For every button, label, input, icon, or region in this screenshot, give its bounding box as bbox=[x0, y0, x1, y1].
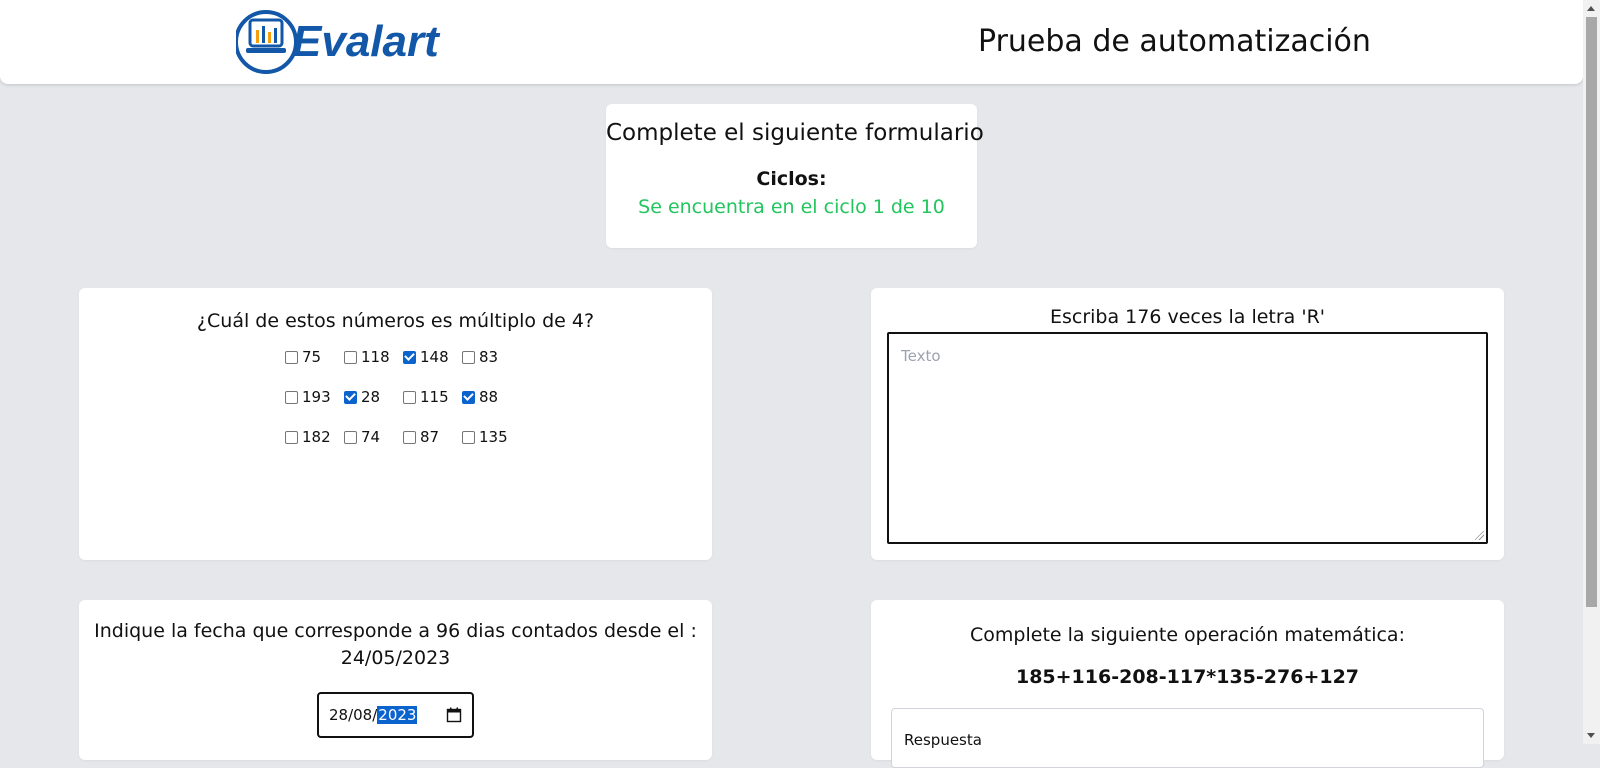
checkbox[interactable] bbox=[344, 430, 357, 444]
checkbox[interactable] bbox=[344, 350, 357, 364]
date-question-card: Indique la fecha que corresponde a 96 di… bbox=[79, 600, 712, 760]
page-title: Prueba de automatización bbox=[978, 24, 1371, 59]
option-74[interactable]: 74 bbox=[344, 428, 380, 446]
checkbox[interactable] bbox=[462, 350, 475, 364]
option-label: 74 bbox=[361, 428, 381, 446]
cycles-label: Ciclos: bbox=[756, 168, 827, 190]
option-87[interactable]: 87 bbox=[403, 428, 439, 446]
date-input[interactable]: 28/08/2023 bbox=[317, 692, 474, 738]
text-question-card: Escriba 176 veces la letra 'R' Texto bbox=[871, 288, 1504, 560]
vertical-scrollbar[interactable] bbox=[1583, 0, 1600, 744]
option-label: 75 bbox=[302, 348, 322, 366]
date-year-selected[interactable]: 2023 bbox=[377, 706, 418, 724]
checkbox[interactable] bbox=[462, 430, 475, 444]
checkbox[interactable] bbox=[403, 390, 416, 404]
scroll-thumb[interactable] bbox=[1586, 17, 1597, 607]
option-label: 88 bbox=[479, 388, 499, 406]
option-135[interactable]: 135 bbox=[462, 428, 508, 446]
math-question-card: Complete la siguiente operación matemáti… bbox=[871, 600, 1504, 768]
option-label: 193 bbox=[302, 388, 331, 406]
checkbox[interactable] bbox=[462, 390, 475, 404]
checkbox[interactable] bbox=[403, 430, 416, 444]
cycle-status: Se encuentra en el ciclo 1 de 10 bbox=[638, 196, 945, 218]
option-label: 148 bbox=[420, 348, 449, 366]
option-75[interactable]: 75 bbox=[285, 348, 321, 366]
checkbox[interactable] bbox=[285, 390, 298, 404]
multiple-choice-card: ¿Cuál de estos números es múltiplo de 4?… bbox=[79, 288, 712, 560]
math-expression: 185+116-208-117*135-276+127 bbox=[1015, 666, 1360, 688]
scroll-down-icon[interactable] bbox=[1587, 733, 1595, 738]
checkbox[interactable] bbox=[344, 390, 357, 404]
scroll-up-icon[interactable] bbox=[1587, 6, 1595, 11]
option-label: 135 bbox=[479, 428, 508, 446]
option-118[interactable]: 118 bbox=[344, 348, 390, 366]
form-heading: Complete el siguiente formulario bbox=[606, 120, 984, 146]
checkbox[interactable] bbox=[403, 350, 416, 364]
page-header: Evalart Prueba de automatización bbox=[0, 0, 1583, 84]
math-question: Complete la siguiente operación matemáti… bbox=[970, 624, 1405, 646]
text-question: Escriba 176 veces la letra 'R' bbox=[1049, 306, 1326, 328]
checkbox[interactable] bbox=[285, 430, 298, 444]
option-label: 28 bbox=[361, 388, 381, 406]
option-193[interactable]: 193 bbox=[285, 388, 331, 406]
multiple-choice-question: ¿Cuál de estos números es múltiplo de 4? bbox=[196, 310, 595, 332]
date-question-line1: Indique la fecha que corresponde a 96 di… bbox=[94, 620, 697, 642]
option-28[interactable]: 28 bbox=[344, 388, 380, 406]
resize-grip-icon[interactable] bbox=[1475, 531, 1484, 540]
date-day-month[interactable]: 28/08/ bbox=[329, 706, 377, 724]
option-label: 115 bbox=[420, 388, 449, 406]
option-83[interactable]: 83 bbox=[462, 348, 498, 366]
option-182[interactable]: 182 bbox=[285, 428, 331, 446]
option-88[interactable]: 88 bbox=[462, 388, 498, 406]
option-label: 182 bbox=[302, 428, 331, 446]
option-148[interactable]: 148 bbox=[403, 348, 449, 366]
option-label: 118 bbox=[361, 348, 390, 366]
math-answer-input[interactable]: Respuesta bbox=[891, 708, 1484, 768]
checkbox[interactable] bbox=[285, 350, 298, 364]
date-question-line2: 24/05/2023 bbox=[340, 647, 451, 669]
logo-wordmark: Evalart bbox=[292, 17, 441, 66]
evalart-logo: Evalart bbox=[236, 6, 486, 78]
option-115[interactable]: 115 bbox=[403, 388, 449, 406]
text-answer-textarea[interactable]: Texto bbox=[887, 332, 1488, 544]
textarea-placeholder: Texto bbox=[901, 347, 941, 365]
option-label: 87 bbox=[420, 428, 440, 446]
answer-placeholder: Respuesta bbox=[904, 731, 982, 749]
calendar-icon[interactable] bbox=[446, 707, 462, 723]
option-label: 83 bbox=[479, 348, 499, 366]
cycle-card: Complete el siguiente formulario Ciclos:… bbox=[606, 104, 984, 248]
